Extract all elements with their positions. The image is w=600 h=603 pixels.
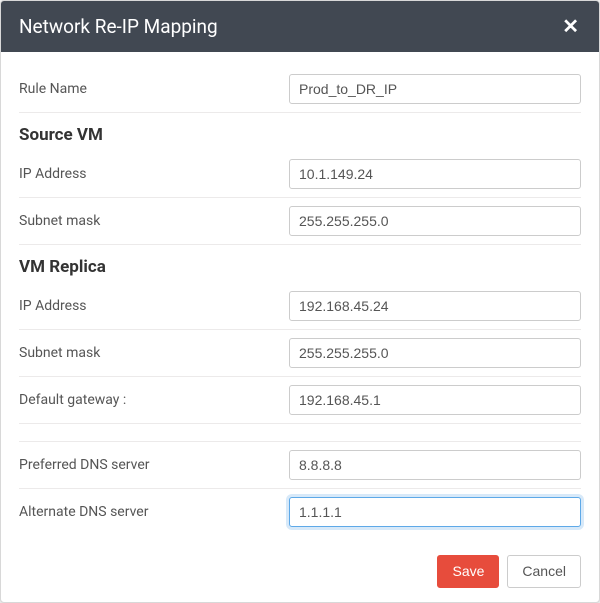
source-ip-input[interactable]: [289, 159, 581, 189]
dialog-title: Network Re-IP Mapping: [19, 15, 218, 38]
source-vm-heading: Source VM: [19, 113, 581, 151]
save-button[interactable]: Save: [437, 555, 499, 588]
replica-gateway-row: Default gateway :: [19, 377, 581, 424]
source-subnet-label: Subnet mask: [19, 213, 289, 229]
vm-replica-heading: VM Replica: [19, 245, 581, 283]
rule-name-row: Rule Name: [19, 66, 581, 113]
rule-name-input[interactable]: [289, 74, 581, 104]
gap-row: [19, 424, 581, 442]
close-icon: ✕: [562, 16, 579, 38]
replica-ip-label: IP Address: [19, 298, 289, 314]
source-ip-row: IP Address: [19, 151, 581, 198]
cancel-button[interactable]: Cancel: [507, 555, 581, 588]
replica-subnet-row: Subnet mask: [19, 330, 581, 377]
replica-gateway-label: Default gateway :: [19, 392, 289, 408]
rule-name-label: Rule Name: [19, 81, 289, 97]
replica-subnet-input[interactable]: [289, 338, 581, 368]
replica-ip-input[interactable]: [289, 291, 581, 321]
replica-ip-row: IP Address: [19, 283, 581, 330]
close-button[interactable]: ✕: [560, 17, 581, 37]
source-subnet-row: Subnet mask: [19, 198, 581, 245]
network-reip-dialog: Network Re-IP Mapping ✕ Rule Name Source…: [0, 0, 600, 603]
alternate-dns-row: Alternate DNS server: [19, 489, 581, 535]
preferred-dns-input[interactable]: [289, 450, 581, 480]
preferred-dns-row: Preferred DNS server: [19, 442, 581, 489]
replica-gateway-input[interactable]: [289, 385, 581, 415]
alternate-dns-label: Alternate DNS server: [19, 504, 289, 520]
source-ip-label: IP Address: [19, 166, 289, 182]
dialog-footer: Save Cancel: [1, 543, 599, 602]
preferred-dns-label: Preferred DNS server: [19, 457, 289, 473]
replica-subnet-label: Subnet mask: [19, 345, 289, 361]
dialog-body: Rule Name Source VM IP Address Subnet ma…: [1, 52, 599, 543]
source-subnet-input[interactable]: [289, 206, 581, 236]
dialog-header: Network Re-IP Mapping ✕: [1, 1, 599, 52]
alternate-dns-input[interactable]: [289, 497, 581, 527]
